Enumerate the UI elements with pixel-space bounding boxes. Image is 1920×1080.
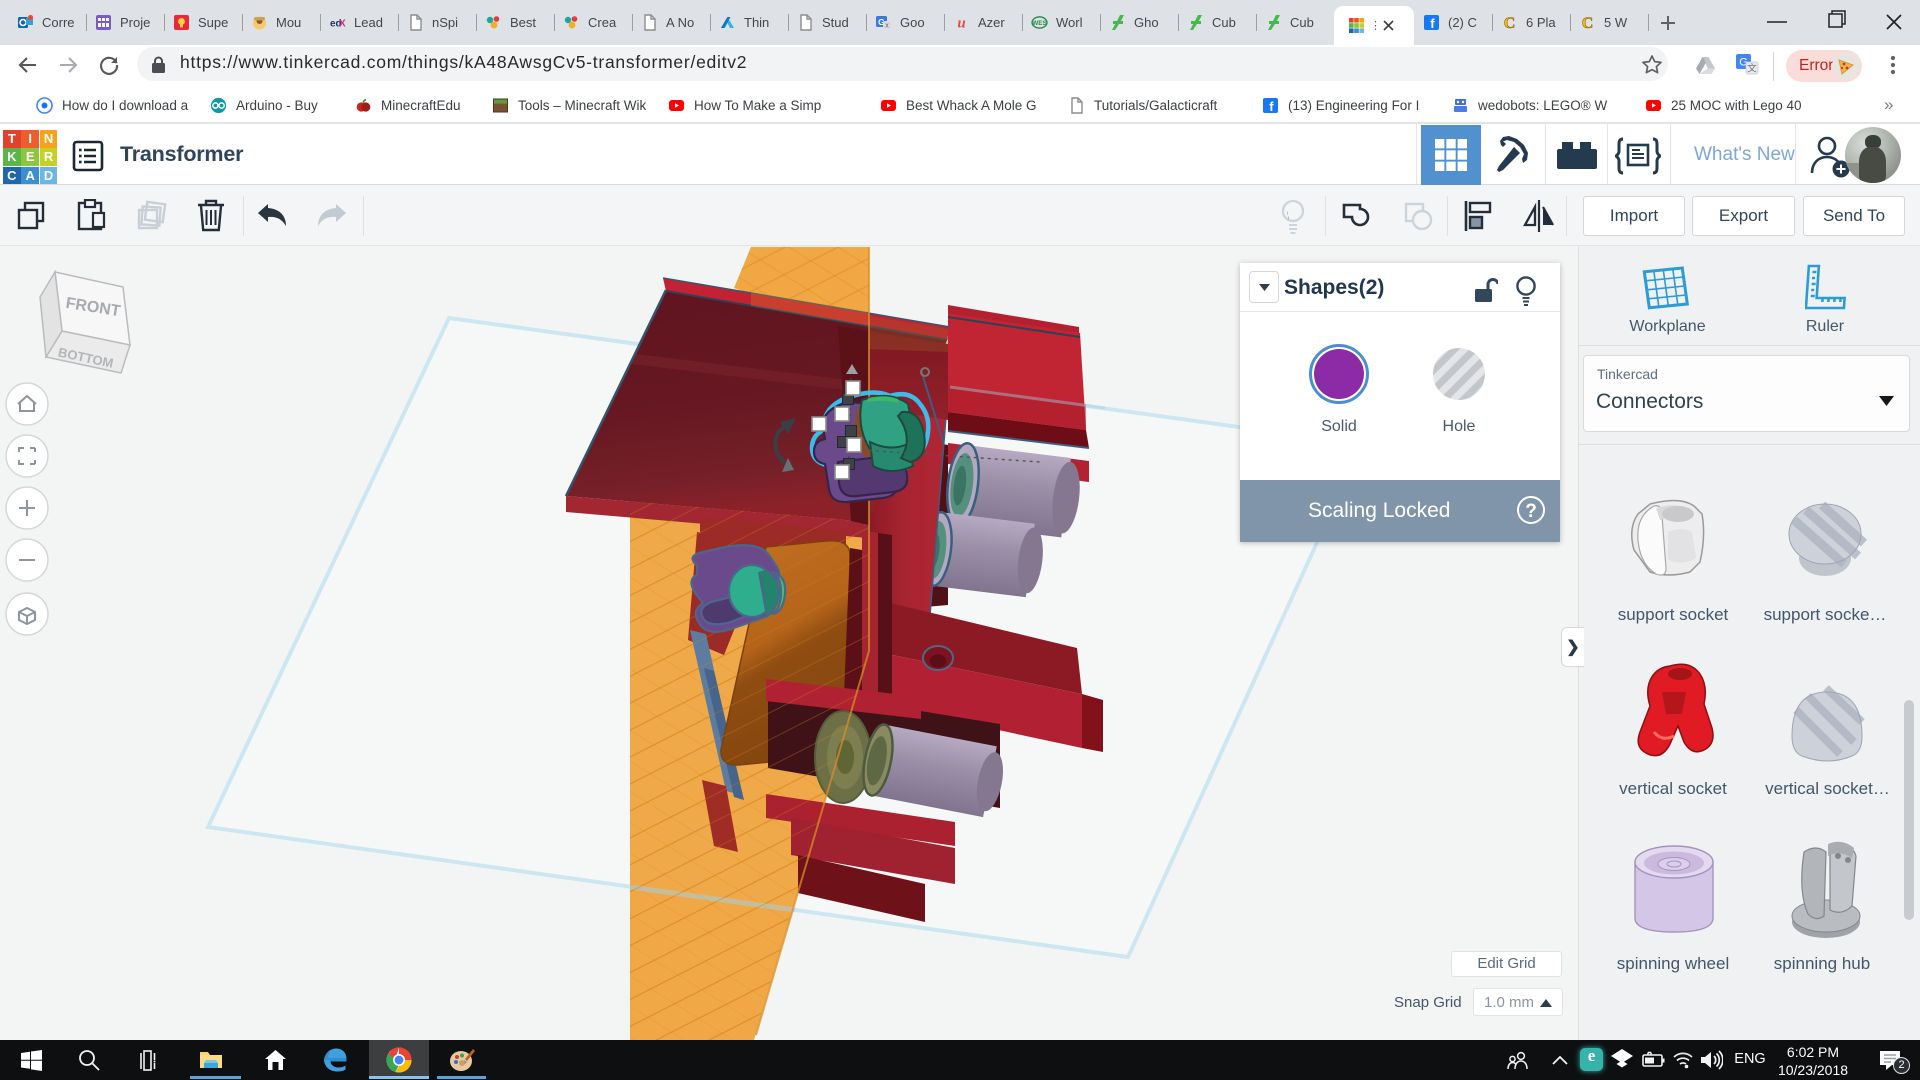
svg-text:WES: WES (1032, 20, 1047, 27)
svg-text:C: C (1582, 15, 1594, 31)
svg-text:文: 文 (1747, 63, 1757, 75)
svg-text:u: u (957, 16, 965, 32)
svg-text:X: X (339, 19, 346, 30)
svg-text:x: x (885, 23, 889, 30)
svg-text:f: f (1269, 99, 1274, 114)
svg-text:C: C (1504, 15, 1516, 31)
svg-text:f: f (1430, 16, 1435, 31)
